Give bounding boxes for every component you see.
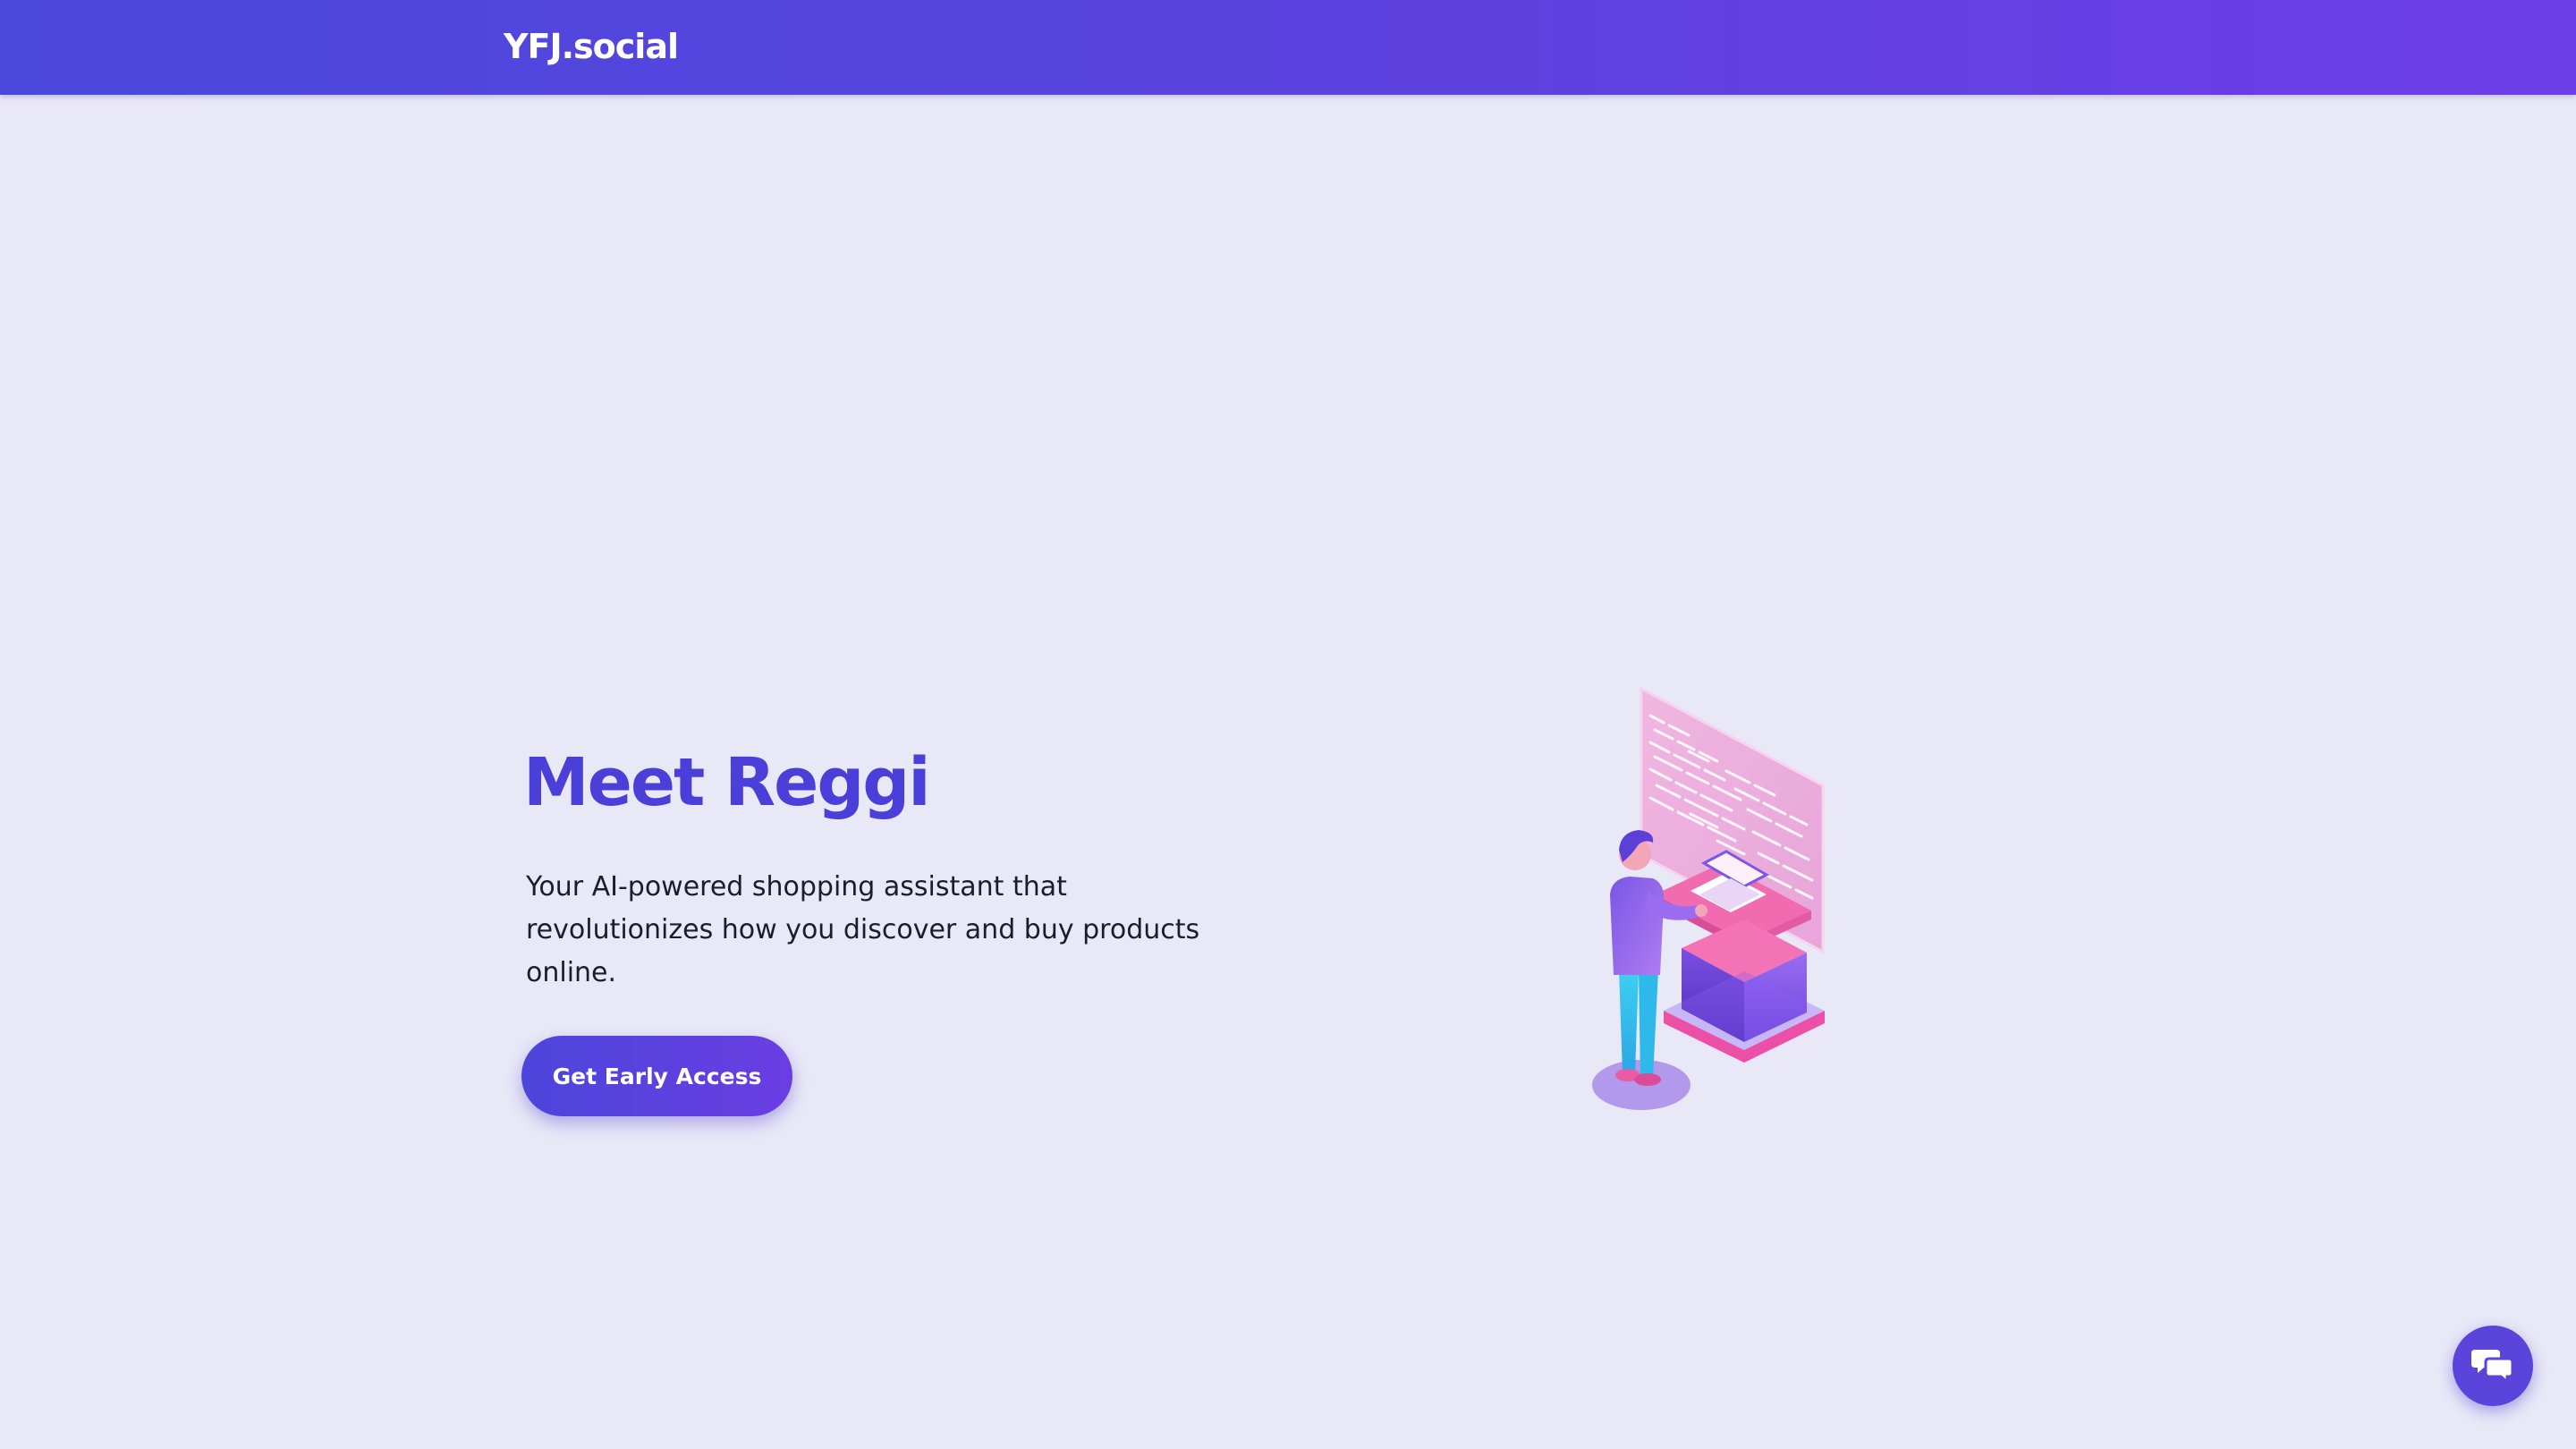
get-early-access-button[interactable]: Get Early Access (521, 1036, 792, 1116)
navbar: YFJ.social (0, 0, 2576, 95)
brand-logo[interactable]: YFJ.social (504, 25, 679, 68)
hero-title: Meet Reggi (523, 744, 931, 821)
chat-bubbles-icon (2471, 1346, 2514, 1385)
person-at-computer-illustration (1583, 680, 1834, 1118)
chat-button[interactable] (2453, 1326, 2533, 1406)
hero-subtitle: Your AI-powered shopping assistant that … (526, 871, 1200, 988)
